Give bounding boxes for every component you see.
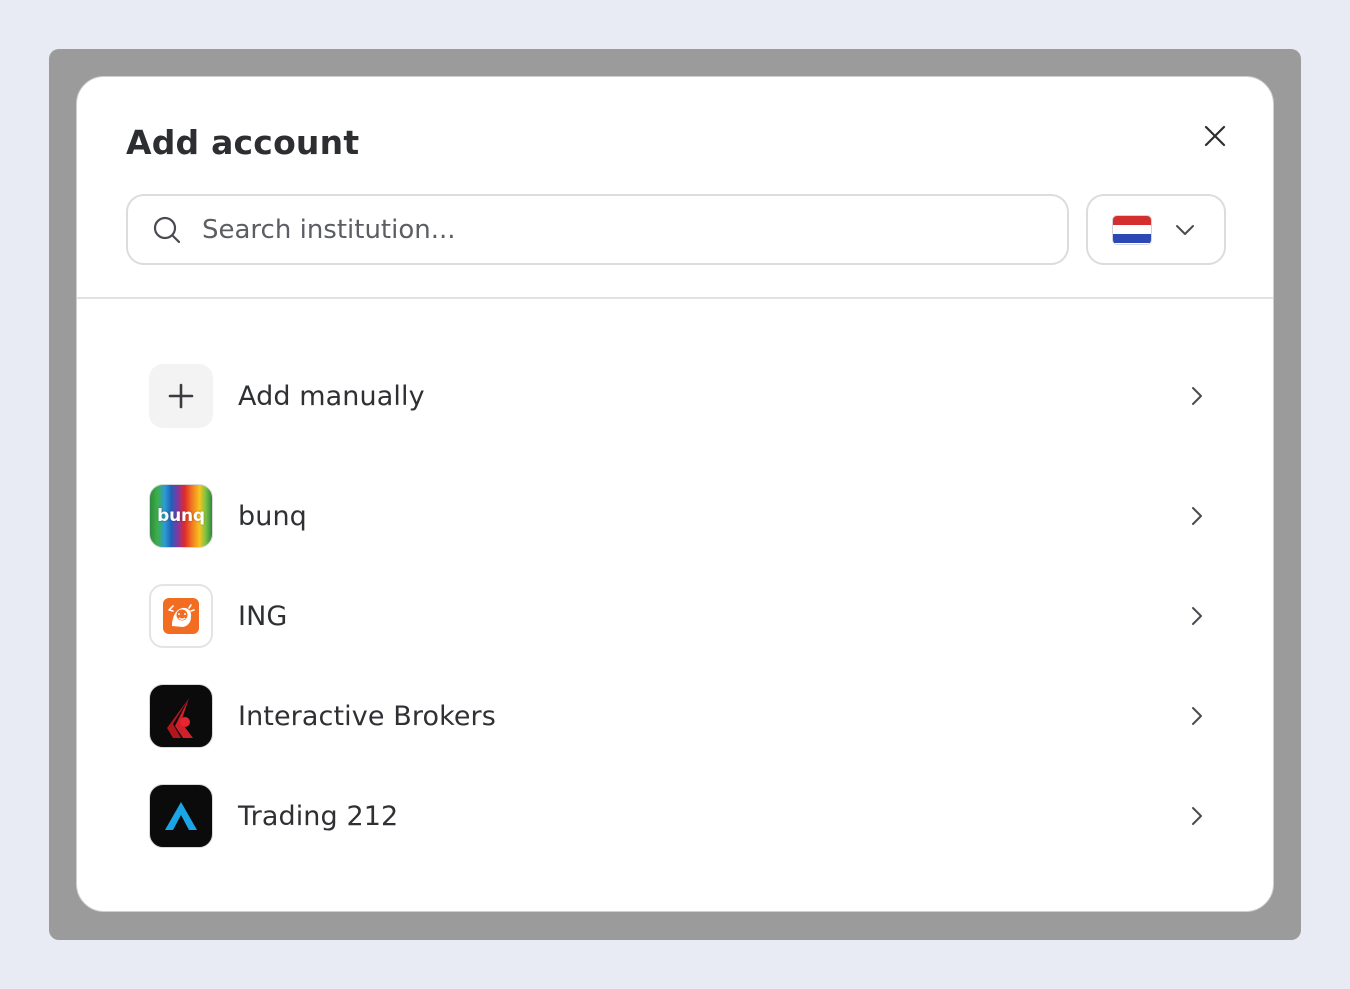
- close-button[interactable]: [1195, 118, 1235, 158]
- list-item-label: Add manually: [238, 380, 425, 412]
- list-item-label: bunq: [238, 500, 307, 532]
- chevron-right-icon: [1185, 704, 1209, 728]
- list-item-label: ING: [238, 600, 288, 632]
- chevron-right-icon: [1185, 804, 1209, 828]
- institution-item-bunq[interactable]: bunq bunq: [149, 483, 1209, 549]
- plus-icon: [149, 364, 213, 428]
- dialog-title: Add account: [126, 123, 360, 162]
- add-account-dialog: Add account Search institution... Add ma…: [76, 76, 1274, 912]
- flag-stripe-white: [1113, 224, 1151, 235]
- list-item-label: Trading 212: [238, 800, 399, 832]
- header-divider: [77, 297, 1273, 299]
- flag-stripe-blue: [1113, 234, 1151, 244]
- country-select[interactable]: [1086, 194, 1226, 265]
- list-item-label: Interactive Brokers: [238, 700, 496, 732]
- institution-item-trading-212[interactable]: Trading 212: [149, 783, 1209, 849]
- interactive-brokers-logo: [149, 684, 213, 748]
- ing-lion-logo: [149, 584, 213, 648]
- search-input[interactable]: [200, 213, 1024, 246]
- chevron-right-icon: [1185, 504, 1209, 528]
- institution-item-interactive-brokers[interactable]: Interactive Brokers: [149, 683, 1209, 749]
- trading212-logo: [149, 784, 213, 848]
- add-manually-item[interactable]: Add manually: [149, 363, 1209, 429]
- netherlands-flag-icon: [1113, 215, 1151, 244]
- chevron-right-icon: [1185, 604, 1209, 628]
- chevron-down-icon: [1173, 218, 1197, 242]
- bunq-logo-text: bunq: [157, 506, 205, 526]
- chevron-right-icon: [1185, 384, 1209, 408]
- search-box[interactable]: [126, 194, 1069, 265]
- close-icon: [1203, 124, 1227, 152]
- bunq-logo: bunq: [149, 484, 213, 548]
- search-icon: [152, 215, 182, 245]
- institution-item-ing[interactable]: ING: [149, 583, 1209, 649]
- flag-stripe-red: [1113, 215, 1151, 225]
